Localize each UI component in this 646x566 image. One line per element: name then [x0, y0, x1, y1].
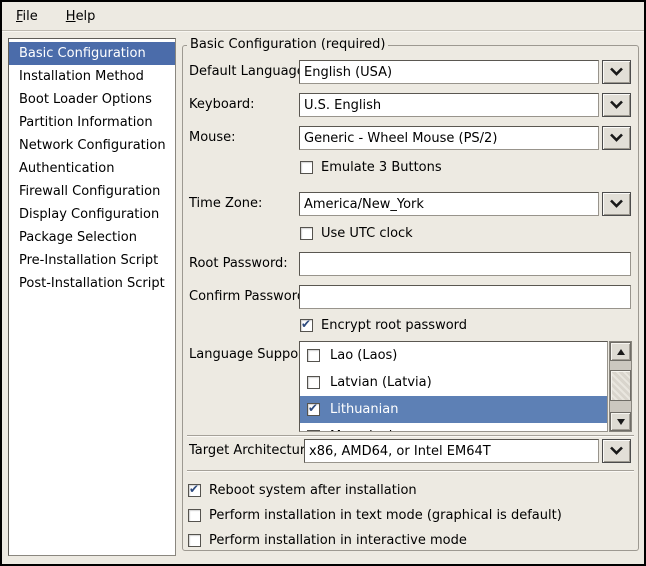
list-item-macedonian[interactable]: Macedonian [300, 423, 607, 432]
default-language-label: Default Language: [189, 60, 309, 84]
keyboard-input[interactable] [299, 93, 599, 117]
menu-bar: File Help [2, 2, 644, 31]
category-sidebar: Basic Configuration Installation Method … [8, 38, 176, 556]
panel-title: Basic Configuration (required) [187, 37, 388, 52]
menu-help[interactable]: Help [62, 7, 100, 26]
chevron-down-icon [609, 98, 624, 113]
chevron-down-icon [609, 197, 624, 212]
sidebar-item-package-selection[interactable]: Package Selection [9, 226, 175, 249]
scroll-up-button[interactable] [610, 342, 631, 361]
text-mode-installation-checkbox[interactable]: Perform installation in text mode (graph… [188, 507, 562, 523]
checkbox-icon [300, 161, 313, 174]
default-language-dropdown-button[interactable] [602, 60, 631, 84]
menu-file[interactable]: File [12, 7, 42, 26]
emulate-3-buttons-checkbox[interactable]: Emulate 3 Buttons [300, 159, 442, 175]
checkbox-icon [188, 509, 201, 522]
confirm-password-label: Confirm Password: [189, 285, 309, 309]
sidebar-item-pre-installation-script[interactable]: Pre-Installation Script [9, 249, 175, 272]
separator [187, 435, 634, 437]
sidebar-item-firewall-configuration[interactable]: Firewall Configuration [9, 180, 175, 203]
chevron-down-icon [609, 131, 624, 146]
mouse-dropdown-button[interactable] [602, 126, 631, 150]
sidebar-item-post-installation-script[interactable]: Post-Installation Script [9, 272, 175, 295]
sidebar-item-network-configuration[interactable]: Network Configuration [9, 134, 175, 157]
sidebar-item-display-configuration[interactable]: Display Configuration [9, 203, 175, 226]
encrypt-root-password-checkbox[interactable]: Encrypt root password [300, 317, 467, 333]
root-password-field[interactable] [299, 252, 631, 276]
kickstart-configurator-window: File Help Basic Configuration Installati… [0, 0, 646, 566]
root-password-label: Root Password: [189, 252, 288, 276]
target-architecture-dropdown-button[interactable] [602, 439, 631, 463]
scrollbar-thumb[interactable] [610, 370, 631, 401]
chevron-down-icon [609, 444, 624, 459]
mouse-input[interactable] [299, 126, 599, 150]
keyboard-dropdown-button[interactable] [602, 93, 631, 117]
language-list-scrollbar[interactable] [609, 341, 632, 432]
reboot-after-installation-checkbox[interactable]: Reboot system after installation [188, 482, 417, 498]
interactive-mode-installation-checkbox[interactable]: Perform installation in interactive mode [188, 532, 467, 548]
checkbox-icon [307, 376, 320, 389]
sidebar-item-installation-method[interactable]: Installation Method [9, 65, 175, 88]
checkbox-icon [307, 403, 320, 416]
keyboard-label: Keyboard: [189, 93, 255, 117]
checkbox-icon [307, 430, 320, 432]
checkbox-icon [188, 484, 201, 497]
checkbox-icon [300, 227, 313, 240]
list-item-lithuanian[interactable]: Lithuanian [300, 396, 607, 423]
confirm-password-field[interactable] [299, 285, 631, 309]
sidebar-item-partition-information[interactable]: Partition Information [9, 111, 175, 134]
time-zone-label: Time Zone: [189, 192, 262, 216]
triangle-up-icon [617, 349, 625, 355]
checkbox-icon [300, 319, 313, 332]
language-support-label: Language Support: [189, 343, 313, 367]
mouse-label: Mouse: [189, 126, 236, 150]
basic-configuration-panel: Basic Configuration (required) Default L… [182, 45, 639, 551]
chevron-down-icon [609, 65, 624, 80]
triangle-down-icon [617, 419, 625, 425]
sidebar-item-boot-loader-options[interactable]: Boot Loader Options [9, 88, 175, 111]
time-zone-input[interactable] [299, 192, 599, 216]
sidebar-item-basic-configuration[interactable]: Basic Configuration [9, 42, 175, 65]
language-support-list: Lao (Laos) Latvian (Latvia) Lithuanian M… [299, 341, 608, 432]
checkbox-icon [188, 534, 201, 547]
sidebar-item-authentication[interactable]: Authentication [9, 157, 175, 180]
default-language-input[interactable] [299, 60, 599, 84]
scroll-down-button[interactable] [610, 412, 631, 431]
scrollbar-track[interactable] [610, 361, 631, 412]
use-utc-clock-checkbox[interactable]: Use UTC clock [300, 225, 413, 241]
checkbox-icon [307, 349, 320, 362]
separator [187, 470, 634, 472]
list-item-lao[interactable]: Lao (Laos) [300, 342, 607, 369]
target-architecture-label: Target Architecture: [189, 439, 317, 463]
target-architecture-input[interactable] [304, 439, 599, 463]
time-zone-dropdown-button[interactable] [602, 192, 631, 216]
list-item-latvian[interactable]: Latvian (Latvia) [300, 369, 607, 396]
